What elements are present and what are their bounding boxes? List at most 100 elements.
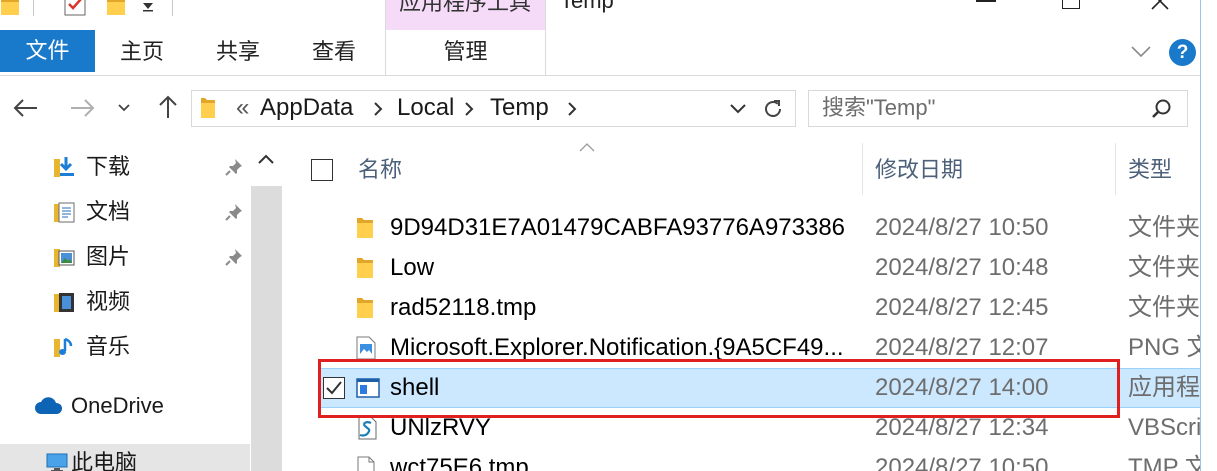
sidebar-item-label: 文档 (86, 199, 131, 224)
breadcrumb-chevron-icon[interactable] (567, 102, 577, 116)
breadcrumb-chevron-icon[interactable] (464, 102, 474, 116)
folder-icon (200, 97, 216, 119)
file-type: TMP 文 (1128, 454, 1200, 471)
sidebar-item-pictures[interactable]: 图片 (0, 237, 250, 277)
tab-home[interactable]: 主页 (100, 30, 184, 74)
up-arrow-icon[interactable] (158, 95, 178, 119)
ribbon-divider (0, 75, 1200, 76)
customize-toolbar-dropdown-icon[interactable] (142, 2, 154, 12)
file-modified-date: 2024/8/27 10:50 (875, 454, 1049, 471)
context-tab-group-label: 应用程序工具 (399, 0, 532, 15)
breadcrumb-overflow-button[interactable]: « (236, 92, 249, 124)
title-bar: 应用程序工具 Temp (0, 0, 1200, 30)
breadcrumb-local[interactable]: Local (397, 92, 454, 124)
expand-ribbon-chevron-icon[interactable] (1131, 46, 1151, 58)
file-row[interactable]: Low 2024/8/27 10:48 文件夹 (300, 248, 1200, 288)
sidebar-item-this-pc[interactable]: 此电脑 (0, 444, 250, 471)
sidebar-item-label: OneDrive (71, 393, 164, 418)
folder-icon (356, 216, 374, 240)
maximize-icon[interactable] (1062, 0, 1080, 9)
file-explorer-window: 应用程序工具 Temp 文件 主页 共享 查看 管理 ? « AppData L… (0, 0, 1217, 471)
close-icon[interactable] (1150, 0, 1170, 11)
sidebar-item-music[interactable]: 音乐 (0, 327, 250, 367)
toolbar-separator (33, 0, 34, 16)
minimize-icon[interactable] (976, 0, 996, 2)
back-arrow-icon[interactable] (12, 98, 38, 118)
file-name[interactable]: Low (390, 248, 860, 288)
file-type: VBScrip (1128, 414, 1200, 441)
breadcrumb-appdata[interactable]: AppData (260, 92, 353, 124)
window-border (1200, 0, 1201, 471)
pin-icon[interactable] (224, 202, 244, 222)
folder-icon (356, 296, 374, 320)
pin-icon[interactable] (224, 157, 244, 177)
sort-ascending-icon (579, 143, 595, 152)
search-icon[interactable] (1150, 98, 1172, 120)
properties-icon[interactable] (63, 0, 87, 17)
pictures-icon (52, 245, 76, 269)
nav-scrollbar-thumb[interactable] (251, 186, 282, 471)
file-row[interactable]: 9D94D31E7A01479CABFA93776A973386 2024/8/… (300, 208, 1200, 248)
sidebar-item-label: 视频 (86, 289, 131, 314)
quick-access-folder-icon[interactable] (0, 0, 20, 17)
file-name[interactable]: wct75E6.tmp (390, 448, 860, 471)
refresh-icon[interactable] (762, 98, 784, 120)
sidebar-item-label: 音乐 (86, 334, 131, 359)
address-history-chevron-icon[interactable] (730, 104, 746, 114)
file-modified-date: 2024/8/27 12:45 (875, 294, 1049, 321)
file-row[interactable]: rad52118.tmp 2024/8/27 12:45 文件夹 (300, 288, 1200, 328)
music-icon (52, 335, 76, 359)
pin-icon[interactable] (224, 247, 244, 267)
file-type: 文件夹 (1128, 214, 1200, 241)
vbscript-icon (356, 416, 378, 440)
file-type: 应用程序 (1128, 374, 1200, 401)
file-type: 文件夹 (1128, 294, 1200, 321)
sidebar-item-downloads[interactable]: 下载 (0, 147, 250, 187)
new-folder-icon[interactable] (106, 0, 126, 17)
forward-arrow-icon[interactable] (70, 98, 96, 118)
tab-file[interactable]: 文件 (0, 30, 95, 72)
search-box[interactable]: 搜索"Temp" (808, 90, 1188, 127)
search-input[interactable]: 搜索"Temp" (822, 91, 935, 125)
help-icon[interactable]: ? (1169, 39, 1196, 66)
column-header-modified[interactable]: 修改日期 (875, 155, 963, 185)
nav-scroll-up-icon[interactable] (258, 154, 274, 164)
sidebar-item-documents[interactable]: 文档 (0, 192, 250, 232)
documents-icon (52, 200, 76, 224)
png-image-icon (356, 336, 376, 360)
annotation-highlight-box (318, 359, 1120, 418)
tab-manage[interactable]: 管理 (386, 30, 545, 74)
tab-view[interactable]: 查看 (292, 30, 376, 74)
folder-icon (356, 256, 374, 280)
sidebar-item-onedrive[interactable]: OneDrive (0, 386, 250, 426)
breadcrumb-temp[interactable]: Temp (490, 92, 549, 124)
column-divider[interactable] (1115, 143, 1116, 195)
file-type: PNG 文 (1128, 334, 1200, 361)
column-header-name[interactable]: 名称 (358, 155, 402, 185)
sidebar-item-label: 下载 (86, 154, 131, 179)
downloads-icon (52, 155, 76, 179)
select-all-checkbox[interactable] (311, 159, 333, 181)
file-name[interactable]: 9D94D31E7A01479CABFA93776A973386 (390, 208, 860, 248)
sidebar-item-label: 图片 (86, 244, 131, 269)
file-modified-date: 2024/8/27 10:48 (875, 254, 1049, 281)
onedrive-icon (34, 397, 64, 415)
file-row[interactable]: wct75E6.tmp 2024/8/27 10:50 TMP 文 (300, 448, 1200, 471)
file-type: 文件夹 (1128, 254, 1200, 281)
file-name[interactable]: rad52118.tmp (390, 288, 860, 328)
sidebar-item-label: 此电脑 (71, 450, 138, 471)
file-modified-date: 2024/8/27 10:50 (875, 214, 1049, 241)
context-tab-right-border (545, 0, 546, 75)
videos-icon (52, 290, 76, 314)
window-title: Temp (560, 0, 614, 13)
column-divider[interactable] (862, 143, 863, 195)
address-bar[interactable]: « AppData Local Temp (191, 90, 796, 127)
context-tab-group-header: 应用程序工具 (386, 0, 545, 30)
toolbar-separator (172, 0, 173, 16)
column-header-type[interactable]: 类型 (1128, 155, 1172, 185)
recent-locations-chevron-icon[interactable] (118, 104, 130, 112)
tab-share[interactable]: 共享 (196, 30, 280, 74)
breadcrumb-chevron-icon[interactable] (373, 102, 383, 116)
sidebar-item-videos[interactable]: 视频 (0, 282, 250, 322)
this-pc-icon (46, 453, 68, 471)
